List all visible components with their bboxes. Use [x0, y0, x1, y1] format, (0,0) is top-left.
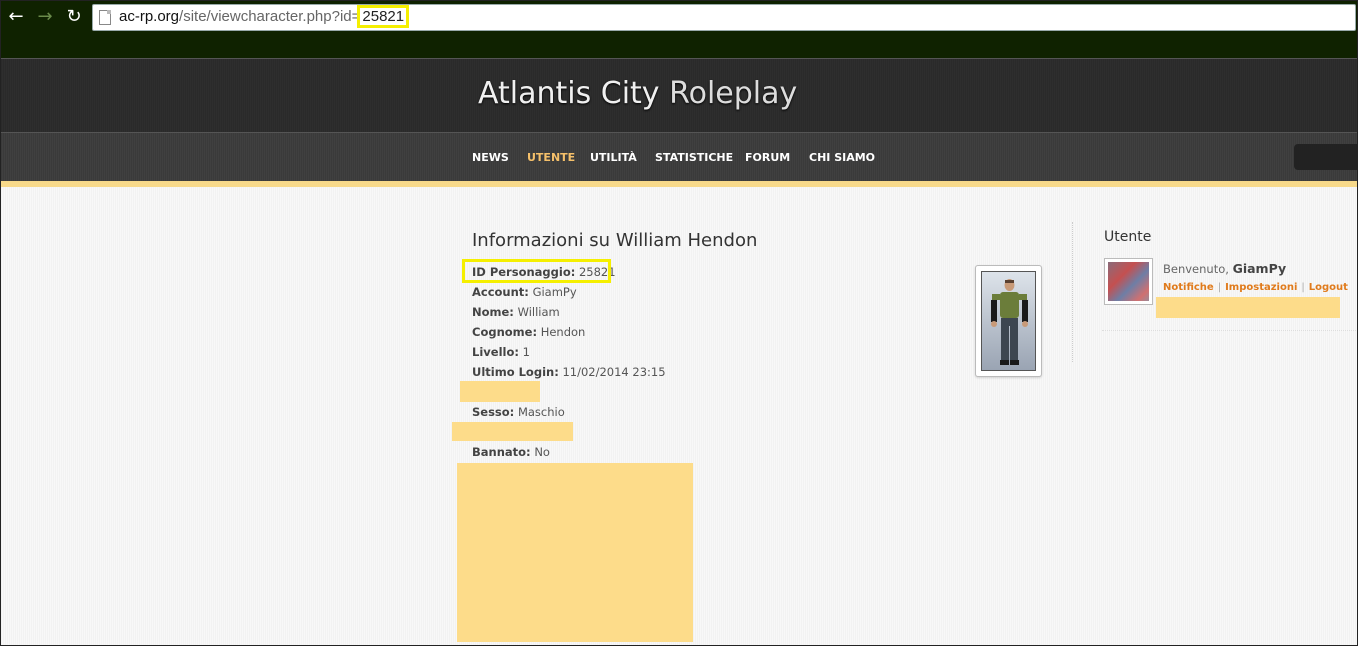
impostazioni-link[interactable]: Impostazioni: [1225, 282, 1297, 293]
field-value: No: [534, 445, 550, 459]
url-text: ac-rp.org/site/viewcharacter.php?id= 2582…: [119, 5, 410, 28]
nav-utilita[interactable]: UTILITÀ: [590, 151, 637, 164]
welcome-label: Benvenuto,: [1163, 262, 1233, 276]
redacted-block: [452, 422, 573, 441]
field-cognome: Cognome: Hendon: [472, 325, 585, 339]
user-links: Notifiche | Impostazioni | Logout: [1163, 282, 1348, 293]
field-label: Account:: [472, 285, 529, 299]
character-figure-icon: [991, 279, 1028, 365]
redacted-block: [1156, 297, 1340, 318]
logout-link[interactable]: Logout: [1309, 282, 1348, 293]
nav-news[interactable]: NEWS: [472, 151, 509, 164]
field-value: 11/02/2014 23:15: [562, 365, 666, 379]
nav-utente[interactable]: UTENTE: [527, 151, 575, 164]
id-highlight-box: [462, 259, 611, 283]
character-title: Informazioni su William Hendon: [472, 230, 758, 251]
nav-chi-siamo[interactable]: CHI SIAMO: [809, 151, 875, 164]
link-separator: |: [1217, 282, 1222, 293]
character-skin-card: [975, 265, 1042, 377]
link-separator: |: [1301, 282, 1305, 293]
redacted-block: [460, 381, 540, 402]
url-host: ac-rp.org: [119, 8, 180, 25]
field-label: Cognome:: [472, 325, 538, 339]
sidebar-title: Utente: [1104, 229, 1152, 245]
field-livello: Livello: 1: [472, 345, 530, 359]
main-content: Informazioni su William Hendon ID Person…: [0, 187, 1358, 646]
field-value: William: [517, 305, 560, 319]
avatar-image: [1108, 262, 1149, 301]
site-title-main: Atlantis City: [478, 76, 670, 111]
site-title[interactable]: Atlantis City Roleplay: [478, 76, 797, 111]
back-arrow-icon[interactable]: ←: [5, 6, 27, 28]
reload-icon[interactable]: ↻: [63, 6, 85, 28]
site-header: Atlantis City Roleplay: [0, 58, 1358, 132]
field-nome: Nome: William: [472, 305, 560, 319]
sidebar-rule: [1102, 330, 1356, 331]
field-label: Nome:: [472, 305, 514, 319]
url-path: /site/viewcharacter.php?id=: [179, 8, 361, 25]
nav-forum[interactable]: FORUM: [745, 151, 790, 164]
field-bannato: Bannato: No: [472, 445, 550, 459]
welcome-text: Benvenuto, GiamPy: [1163, 261, 1286, 276]
field-label: Ultimo Login:: [472, 365, 559, 379]
avatar[interactable]: [1104, 258, 1153, 305]
field-value: Maschio: [517, 405, 565, 419]
field-sesso: Sesso: Maschio: [472, 405, 565, 419]
redacted-block: [457, 463, 693, 642]
field-label: Livello:: [472, 345, 519, 359]
search-box[interactable]: [1294, 144, 1358, 170]
field-ultimo-login: Ultimo Login: 11/02/2014 23:15: [472, 365, 666, 379]
page-icon: [99, 10, 111, 25]
field-value: GiamPy: [532, 285, 577, 299]
browser-toolbar: ← → ↻ ac-rp.org/site/viewcharacter.php?i…: [0, 0, 1358, 58]
field-account: Account: GiamPy: [472, 285, 577, 299]
field-label: Sesso:: [472, 405, 515, 419]
field-value: 1: [522, 345, 530, 359]
site-title-sub: Roleplay: [669, 76, 798, 111]
nav-statistiche[interactable]: STATISTICHE: [655, 151, 733, 164]
url-id-highlight: 25821: [357, 5, 410, 28]
username: GiamPy: [1232, 261, 1287, 276]
main-nav: NEWS UTENTE UTILITÀ STATISTICHE FORUM CH…: [0, 132, 1358, 181]
character-skin-image: [981, 271, 1036, 371]
field-value: Hendon: [540, 325, 586, 339]
address-bar[interactable]: ac-rp.org/site/viewcharacter.php?id= 2582…: [92, 4, 1356, 31]
sidebar-divider: [1072, 222, 1073, 362]
forward-arrow-icon[interactable]: →: [34, 6, 56, 28]
field-label: Bannato:: [472, 445, 531, 459]
notifiche-link[interactable]: Notifiche: [1163, 282, 1214, 293]
